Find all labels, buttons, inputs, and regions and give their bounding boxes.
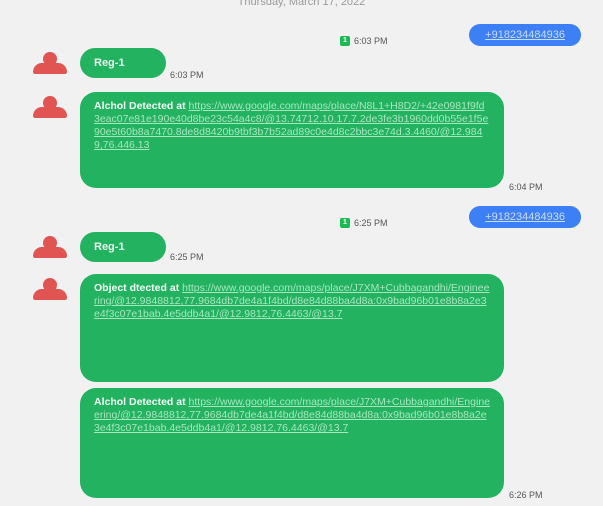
message-text: Object dtected at	[94, 282, 180, 294]
sim-indicator-icon: 1	[340, 218, 350, 228]
sent-message-meta: 1 6:25 PM	[340, 218, 388, 228]
message-time: 6:04 PM	[509, 182, 543, 192]
date-header: Thursday, March 17, 2022	[237, 0, 366, 8]
message-time: 6:25 PM	[354, 218, 388, 228]
received-message-bubble[interactable]: Alchol Detected at https://www.google.co…	[80, 92, 504, 188]
sim-indicator-icon: 1	[340, 36, 350, 46]
person-avatar-icon[interactable]	[30, 52, 70, 74]
message-time: 6:25 PM	[170, 252, 204, 262]
sent-message-bubble[interactable]: +918234484936	[469, 24, 581, 46]
person-avatar-icon[interactable]	[30, 236, 70, 258]
received-message-bubble[interactable]: Alchol Detected at https://www.google.co…	[80, 388, 504, 498]
message-time: 6:03 PM	[354, 36, 388, 46]
received-message-bubble[interactable]: Reg-1	[80, 48, 166, 78]
sent-message-bubble[interactable]: +918234484936	[469, 206, 581, 228]
message-text: Alchol Detected at	[94, 396, 186, 408]
message-text: Alchol Detected at	[94, 100, 186, 112]
message-time: 6:26 PM	[509, 490, 543, 500]
message-time: 6:03 PM	[170, 70, 204, 80]
person-avatar-icon[interactable]	[30, 278, 70, 300]
sent-message-meta: 1 6:03 PM	[340, 36, 388, 46]
received-message-bubble[interactable]: Reg-1	[80, 232, 166, 262]
person-avatar-icon[interactable]	[30, 96, 70, 118]
received-message-bubble[interactable]: Object dtected at https://www.google.com…	[80, 274, 504, 382]
